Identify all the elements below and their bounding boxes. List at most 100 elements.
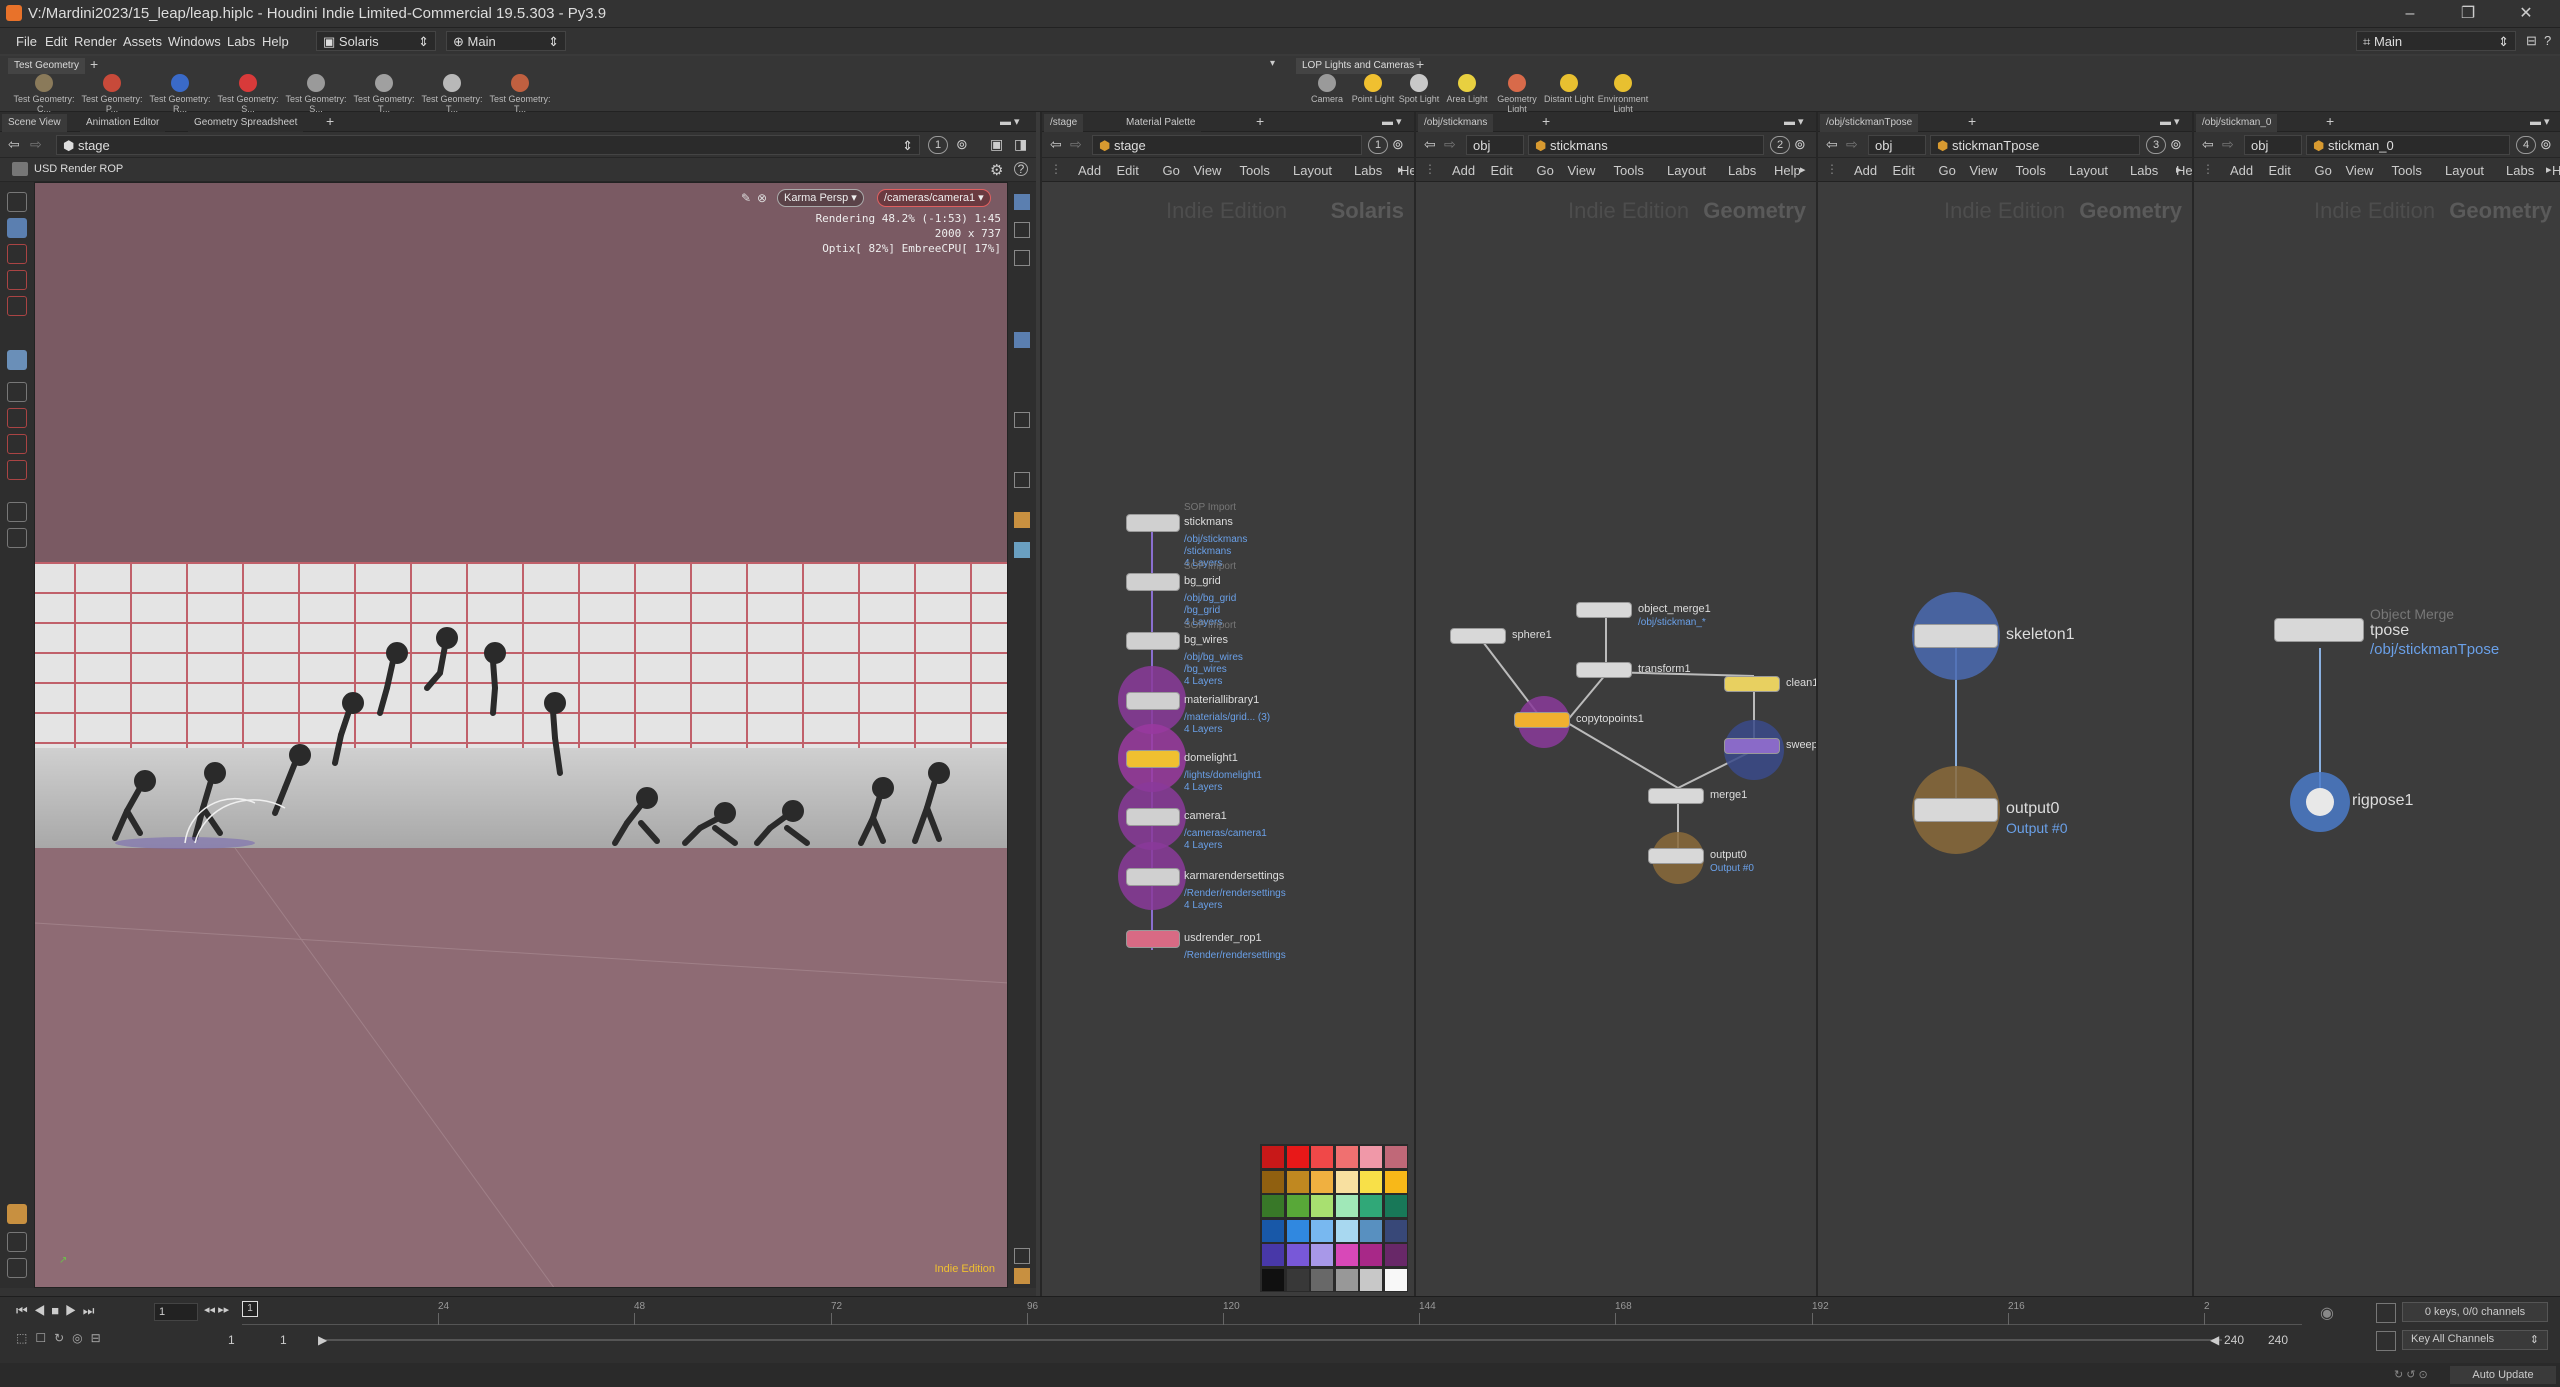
playhead[interactable]: 1 [242, 1301, 258, 1317]
skeleton-node[interactable] [1914, 624, 1998, 648]
pane-layout-icon[interactable]: ▬ ▾ [1784, 115, 1804, 128]
palette-swatch[interactable] [1360, 1219, 1382, 1242]
light-tool-icon[interactable] [7, 528, 27, 548]
network-context-dropdown[interactable]: ⊕ Main ⇕ [446, 31, 566, 51]
lock-camera-icon[interactable]: ⊗ [757, 191, 767, 205]
select-tool-icon[interactable] [7, 192, 27, 212]
audio-icon[interactable]: ◉ [2320, 1303, 2364, 1325]
palette-swatch[interactable] [1311, 1219, 1333, 1242]
camera-dropdown[interactable]: /cameras/camera1 ▾ [877, 189, 991, 207]
palette-swatch[interactable] [1360, 1244, 1382, 1266]
path-root-button[interactable]: obj [1868, 135, 1926, 155]
palette-swatch[interactable] [1360, 1195, 1382, 1217]
palette-swatch[interactable] [1262, 1146, 1284, 1168]
shelf-tab-test-geometry[interactable]: Test Geometry [8, 58, 86, 74]
back-arrow-icon[interactable]: ⇦ [2202, 136, 2214, 153]
pane-layout-icon[interactable]: ▬ ▾ [1000, 115, 1020, 128]
shelf-tool-distant-light[interactable]: Distant Light [1542, 74, 1596, 104]
palette-swatch[interactable] [1262, 1244, 1284, 1266]
palette-swatch[interactable] [1384, 1268, 1407, 1291]
sop-node[interactable] [1648, 848, 1704, 864]
shelf-tab-lop-lights[interactable]: LOP Lights and Cameras [1296, 58, 1421, 74]
viewer-pin-badge[interactable]: 1 [928, 136, 948, 154]
right-context-dropdown[interactable]: ⌗ Main ⇕ [2356, 31, 2516, 51]
lop-node[interactable] [1126, 930, 1180, 948]
lop-node[interactable] [1126, 808, 1180, 826]
palette-swatch[interactable] [1335, 1195, 1358, 1217]
shelf-tool-spot-light[interactable]: Spot Light [1392, 74, 1446, 104]
palette-swatch[interactable] [1286, 1219, 1309, 1242]
range-slider-track[interactable] [322, 1339, 2222, 1341]
palette-swatch[interactable] [1286, 1146, 1309, 1168]
pane-path-field[interactable]: ⬢ stickmanTpose [1930, 135, 2140, 155]
viewport[interactable]: ↗ ✎ ⊗ Karma Persp ▾ /cameras/camera1 ▾ R… [34, 182, 1008, 1288]
path-root-button[interactable]: obj [2244, 135, 2302, 155]
sop-node[interactable] [1648, 788, 1704, 804]
menu-edit[interactable]: Edit [45, 34, 67, 49]
network-menu-go[interactable]: Go [1537, 163, 1554, 178]
network-menu-labs[interactable]: Labs [1728, 163, 1756, 178]
pane-tab[interactable]: /stage [1044, 114, 1084, 132]
add-shelf-tab-icon[interactable]: + [90, 56, 98, 72]
pane-pin-badge[interactable]: 3 [2146, 136, 2166, 154]
add-tab-icon[interactable]: + [326, 113, 334, 129]
palette-swatch[interactable] [1262, 1170, 1284, 1193]
palette-swatch[interactable] [1335, 1268, 1358, 1291]
network-menu-view[interactable]: View [1194, 163, 1222, 178]
add-tab-icon[interactable]: + [1542, 113, 1550, 129]
network-menu-go[interactable]: Go [1163, 163, 1180, 178]
globe-icon[interactable]: ⊚ [1794, 136, 1806, 153]
palette-swatch[interactable] [1335, 1146, 1358, 1168]
magnet-icon[interactable] [7, 460, 27, 480]
shelf-tool-test-geometry[interactable]: Test Geometry: T... [488, 74, 552, 114]
pose-tool-icon[interactable] [7, 350, 27, 370]
network-menu-add[interactable]: Add [1078, 163, 1101, 178]
palette-swatch[interactable] [1262, 1268, 1284, 1291]
pane-pin-badge[interactable]: 1 [1368, 136, 1388, 154]
forward-arrow-icon[interactable]: ⇨ [30, 136, 42, 153]
network-editor[interactable]: Indie Edition Solaris SOP Import stickmans /… [1042, 182, 1414, 1296]
network-menu-labs[interactable]: Labs [1354, 163, 1382, 178]
network-menu-layout[interactable]: Layout [2445, 163, 2484, 178]
sop-node[interactable] [1576, 662, 1632, 678]
network-menu-add[interactable]: Add [2230, 163, 2253, 178]
shelf-tool-test-geometry[interactable]: Test Geometry: S... [216, 74, 280, 114]
lop-node[interactable] [1126, 514, 1180, 532]
network-menu-tools[interactable]: Tools [1240, 163, 1270, 178]
menu-overflow-icon[interactable]: ▸ [2546, 163, 2552, 176]
network-menu-view[interactable]: View [2346, 163, 2374, 178]
lock-tool-icon[interactable] [7, 218, 27, 238]
shelf-tool-environment-light[interactable]: Environment Light [1596, 74, 1650, 114]
step-controls[interactable]: ◂◂ ▸▸ [204, 1303, 229, 1316]
pane-path-field[interactable]: ⬢ stage [1092, 135, 1362, 155]
range-end-handle[interactable]: ◀ [2210, 1333, 2219, 1347]
close-button[interactable]: ✕ [2506, 2, 2546, 26]
start-frame-field[interactable]: 1 [280, 1333, 287, 1347]
realtime-controls[interactable]: ⬚☐↻◎⊟ [16, 1331, 109, 1345]
pane-layout-icon[interactable]: ▬ ▾ [2160, 115, 2180, 128]
palette-swatch[interactable] [1335, 1244, 1358, 1266]
palette-swatch[interactable] [1286, 1170, 1309, 1193]
network-menu-view[interactable]: View [1568, 163, 1596, 178]
network-menu-edit[interactable]: Edit [2269, 163, 2291, 178]
shelf-menu-icon[interactable]: ▾ [1270, 58, 1275, 69]
menu-windows[interactable]: Windows [168, 34, 221, 49]
snapshot-icon[interactable] [7, 1258, 27, 1278]
tab-geometry-spreadsheet[interactable]: Geometry Spreadsheet [188, 114, 304, 132]
network-menu-go[interactable]: Go [1939, 163, 1956, 178]
pane-tab[interactable]: /obj/stickmanTpose [1820, 114, 1919, 132]
auto-update-button[interactable]: Auto Update [2450, 1366, 2556, 1384]
network-menu-add[interactable]: Add [1452, 163, 1475, 178]
network-menu-edit[interactable]: Edit [1491, 163, 1513, 178]
sop-node[interactable] [1514, 712, 1570, 728]
pane-path-field[interactable]: ⬢ stickman_0 [2306, 135, 2510, 155]
network-editor[interactable]: Indie Edition Geometry skeleton1 output0 Out… [1818, 182, 2192, 1296]
output-node[interactable] [1914, 798, 1998, 822]
palette-swatch[interactable] [1360, 1170, 1382, 1193]
shelf-tool-test-geometry[interactable]: Test Geometry: R... [148, 74, 212, 114]
network-menu-view[interactable]: View [1970, 163, 1998, 178]
palette-swatch[interactable] [1311, 1170, 1333, 1193]
sop-node[interactable] [1576, 602, 1632, 618]
menu-render[interactable]: Render [74, 34, 117, 49]
network-editor[interactable]: Indie Edition Geometry Object Merge tpose/o… [2194, 182, 2560, 1296]
